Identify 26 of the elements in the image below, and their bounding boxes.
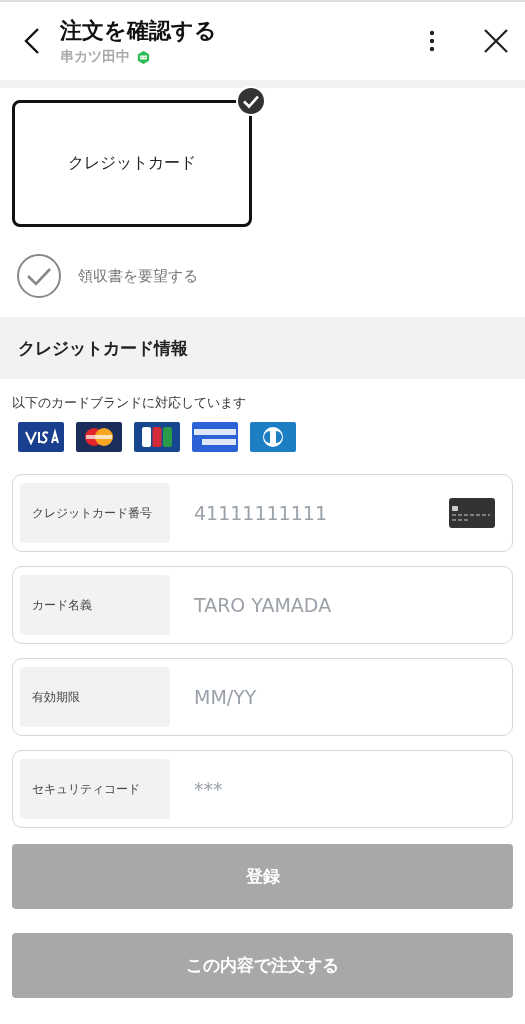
- input-field[interactable]: MM/YY: [192, 685, 505, 709]
- page-title: 注文を確認する: [60, 17, 218, 45]
- receipt-label: 領収書を要望する: [78, 266, 198, 286]
- brands-note: 以下のカードブランドに対応しています: [11, 394, 247, 412]
- card-brand-icon: [18, 422, 64, 452]
- back-button[interactable]: [22, 26, 42, 56]
- input-field[interactable]: 41111111111: [192, 501, 427, 525]
- field-label: 有効期限: [20, 667, 170, 727]
- card-brand-icon: [250, 422, 296, 452]
- card-brand-icon: [76, 422, 122, 452]
- payment-option[interactable]: クレジットカード: [12, 100, 252, 227]
- input-field[interactable]: TARO YAMADA: [192, 593, 505, 617]
- card-brand-icon: [192, 422, 238, 452]
- field-label: クレジットカード番号: [20, 483, 170, 543]
- credit-card-icon: [449, 498, 495, 528]
- more-menu-button[interactable]: [429, 29, 435, 53]
- field-label: カード名義: [20, 575, 170, 635]
- input-field[interactable]: ***: [192, 777, 505, 801]
- card-brand-icon: [134, 422, 180, 452]
- verified-badge-icon: [136, 49, 151, 65]
- section-heading: クレジットカード情報: [0, 317, 525, 379]
- field-label: セキュリティコード: [20, 759, 170, 819]
- close-button[interactable]: [483, 28, 509, 54]
- shop-name: 串カツ田中: [60, 48, 130, 66]
- receipt-checkbox[interactable]: [16, 253, 62, 299]
- selected-check-icon: [236, 86, 266, 116]
